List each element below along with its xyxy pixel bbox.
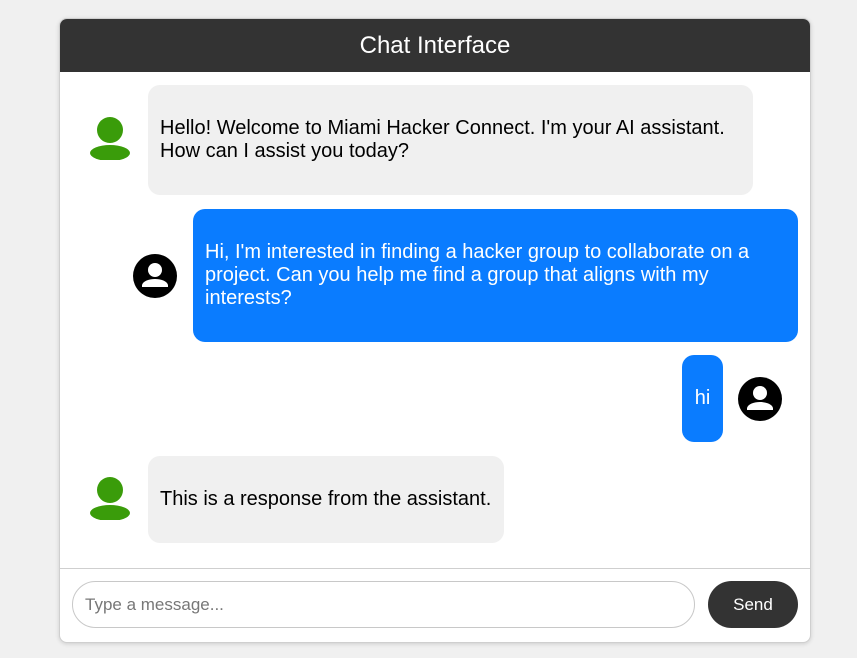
message-text: hi [694,387,711,409]
message-input[interactable] [72,581,695,628]
chat-header: Chat Interface [60,19,810,72]
composer-bar: Send [60,568,810,642]
user-avatar-icon [738,377,782,421]
assistant-message-bubble: Hello! Welcome to Miami Hacker Connect. … [148,85,753,195]
user-avatar-icon [133,254,177,298]
user-message-bubble: hi [682,355,723,442]
message-text: Hello! Welcome to Miami Hacker Connect. … [160,117,725,162]
page-title: Chat Interface [359,31,511,59]
user-message-bubble: Hi, I'm interested in finding a hacker g… [193,209,798,342]
chat-window: Chat Interface Hello! Welcome to Miami H… [59,18,811,643]
message-text: Hi, I'm interested in finding a hacker g… [205,241,750,309]
send-button[interactable]: Send [708,581,798,628]
assistant-avatar-icon [90,117,130,160]
assistant-message-bubble: This is a response from the assistant. [148,456,504,543]
assistant-avatar-icon [90,477,130,520]
message-text: This is a response from the assistant. [160,488,492,510]
